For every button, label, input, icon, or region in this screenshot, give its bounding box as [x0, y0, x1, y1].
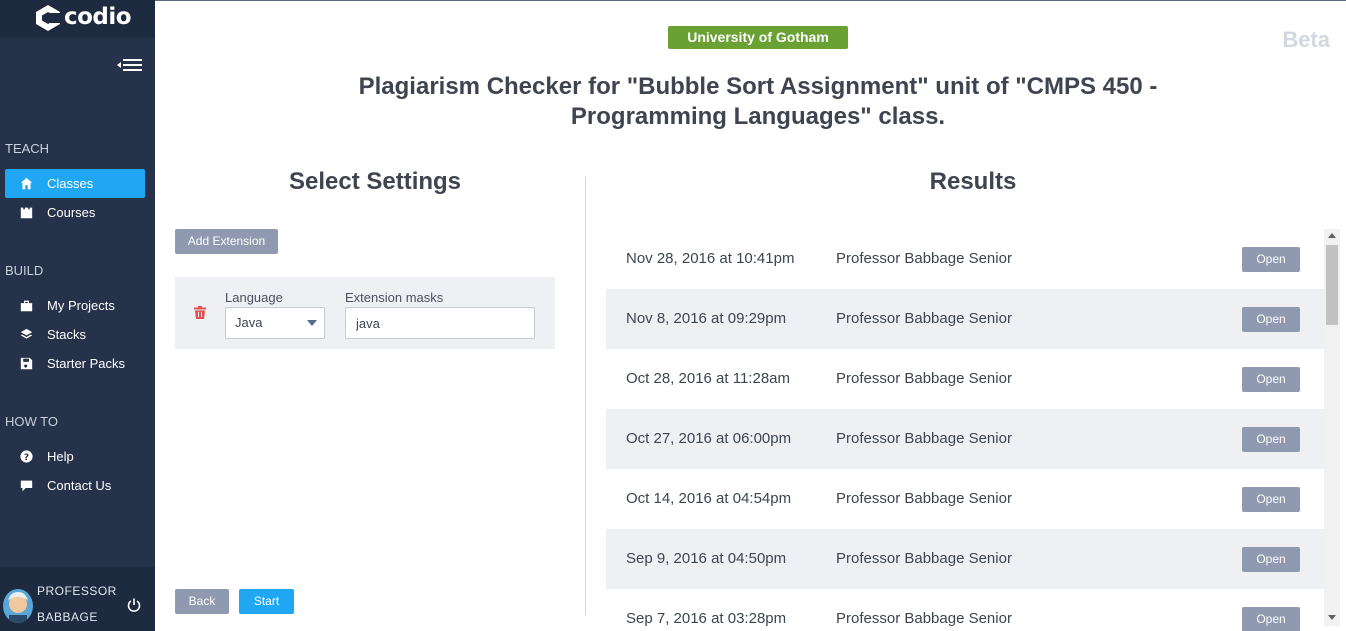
- sidebar-item-courses[interactable]: Courses: [5, 198, 145, 227]
- section-label-teach: TEACH: [5, 141, 50, 156]
- sidebar-item-label: Help: [47, 449, 74, 464]
- settings-heading: Select Settings: [288, 168, 462, 195]
- top-border: [155, 0, 1346, 1]
- section-label-howto: HOW TO: [5, 414, 58, 429]
- open-button[interactable]: Open: [1242, 307, 1300, 332]
- layers-icon: [5, 328, 47, 341]
- sidebar-item-label: Starter Packs: [47, 356, 126, 371]
- svg-text:?: ?: [23, 453, 28, 463]
- extension-masks-input[interactable]: [345, 307, 535, 339]
- extension-masks-label: Extension masks: [345, 290, 444, 305]
- castle-icon: [5, 206, 47, 219]
- result-date: Oct 28, 2016 at 11:28am: [626, 370, 790, 387]
- chat-bubble-icon: [5, 479, 47, 492]
- add-extension-button[interactable]: Add Extension: [175, 229, 278, 254]
- result-author: Professor Babbage Senior: [836, 490, 1012, 507]
- caret-down-icon: [307, 320, 317, 326]
- sidebar-item-stacks[interactable]: Stacks: [5, 320, 145, 349]
- result-author: Professor Babbage Senior: [836, 430, 1012, 447]
- sidebar-item-label: Courses: [47, 205, 96, 220]
- home-icon: [5, 177, 47, 190]
- result-row: Oct 28, 2016 at 11:28am Professor Babbag…: [606, 349, 1324, 409]
- result-date: Nov 28, 2016 at 10:41pm: [626, 250, 795, 267]
- question-circle-icon: ?: [5, 450, 47, 463]
- result-author: Professor Babbage Senior: [836, 310, 1012, 327]
- result-author: Professor Babbage Senior: [836, 250, 1012, 267]
- open-button[interactable]: Open: [1242, 247, 1300, 272]
- language-label: Language: [225, 290, 283, 305]
- sidebar-item-starter-packs[interactable]: Starter Packs: [5, 349, 145, 378]
- sidebar-item-contact-us[interactable]: Contact Us: [5, 471, 145, 500]
- language-select[interactable]: Java: [225, 307, 325, 339]
- result-date: Sep 9, 2016 at 04:50pm: [626, 550, 787, 567]
- scroll-down-arrow-icon[interactable]: [1328, 615, 1336, 620]
- sidebar: codio TEACH Classes Courses BUILD My Pro…: [0, 0, 155, 631]
- result-row: Sep 7, 2016 at 03:28pm Professor Babbage…: [606, 589, 1324, 631]
- page-title: Plagiarism Checker for "Bubble Sort Assi…: [358, 73, 1158, 130]
- sidebar-item-label: My Projects: [47, 298, 115, 313]
- results-heading: Results: [929, 168, 1017, 195]
- result-date: Oct 14, 2016 at 04:54pm: [626, 490, 792, 507]
- sidebar-item-label: Stacks: [47, 327, 87, 342]
- result-date: Oct 27, 2016 at 06:00pm: [626, 430, 792, 447]
- start-button[interactable]: Start: [239, 589, 294, 614]
- scroll-thumb[interactable]: [1326, 245, 1338, 325]
- power-icon[interactable]: [126, 597, 142, 613]
- logo-bar: codio: [0, 0, 155, 38]
- result-author: Professor Babbage Senior: [836, 370, 1012, 387]
- result-date: Nov 8, 2016 at 09:29pm: [626, 310, 787, 327]
- user-bar: PROFESSOR BABBAGE: [0, 567, 155, 631]
- result-row: Nov 28, 2016 at 10:41pm Professor Babbag…: [606, 229, 1324, 289]
- result-row: Sep 9, 2016 at 04:50pm Professor Babbage…: [606, 529, 1324, 589]
- extension-row: Language Java Extension masks: [175, 277, 555, 349]
- result-row: Oct 14, 2016 at 04:54pm Professor Babbag…: [606, 469, 1324, 529]
- results-scrollbar[interactable]: [1324, 229, 1340, 626]
- user-last-name: BABBAGE: [37, 610, 98, 624]
- sidebar-item-my-projects[interactable]: My Projects: [5, 291, 145, 320]
- briefcase-icon: [5, 299, 47, 312]
- results-list[interactable]: Nov 28, 2016 at 10:41pm Professor Babbag…: [606, 229, 1324, 631]
- open-button[interactable]: Open: [1242, 547, 1300, 572]
- sidebar-item-help[interactable]: ? Help: [5, 442, 145, 471]
- result-author: Professor Babbage Senior: [836, 610, 1012, 627]
- open-button[interactable]: Open: [1242, 367, 1300, 392]
- trash-icon[interactable]: [194, 306, 206, 319]
- sidebar-item-label: Contact Us: [47, 478, 112, 493]
- back-button[interactable]: Back: [175, 589, 229, 614]
- result-row: Nov 8, 2016 at 09:29pm Professor Babbage…: [606, 289, 1324, 349]
- result-date: Sep 7, 2016 at 03:28pm: [626, 610, 787, 627]
- result-row: Oct 27, 2016 at 06:00pm Professor Babbag…: [606, 409, 1324, 469]
- scroll-up-arrow-icon[interactable]: [1328, 233, 1336, 238]
- collapse-menu-icon[interactable]: [115, 57, 143, 73]
- open-button[interactable]: Open: [1242, 427, 1300, 452]
- column-divider: [585, 177, 586, 615]
- codio-logo-icon[interactable]: [35, 4, 61, 32]
- section-label-build: BUILD: [5, 263, 44, 278]
- language-value: Java: [235, 315, 263, 330]
- open-button[interactable]: Open: [1242, 607, 1300, 631]
- result-author: Professor Babbage Senior: [836, 550, 1012, 567]
- avatar[interactable]: [3, 589, 33, 623]
- brand-name[interactable]: codio: [64, 4, 132, 30]
- beta-label: Beta: [1282, 27, 1330, 52]
- save-icon: [5, 357, 47, 370]
- sidebar-item-classes[interactable]: Classes: [5, 169, 145, 198]
- sidebar-item-label: Classes: [47, 176, 94, 191]
- open-button[interactable]: Open: [1242, 487, 1300, 512]
- user-first-name: PROFESSOR: [37, 584, 117, 598]
- org-badge: University of Gotham: [668, 26, 848, 49]
